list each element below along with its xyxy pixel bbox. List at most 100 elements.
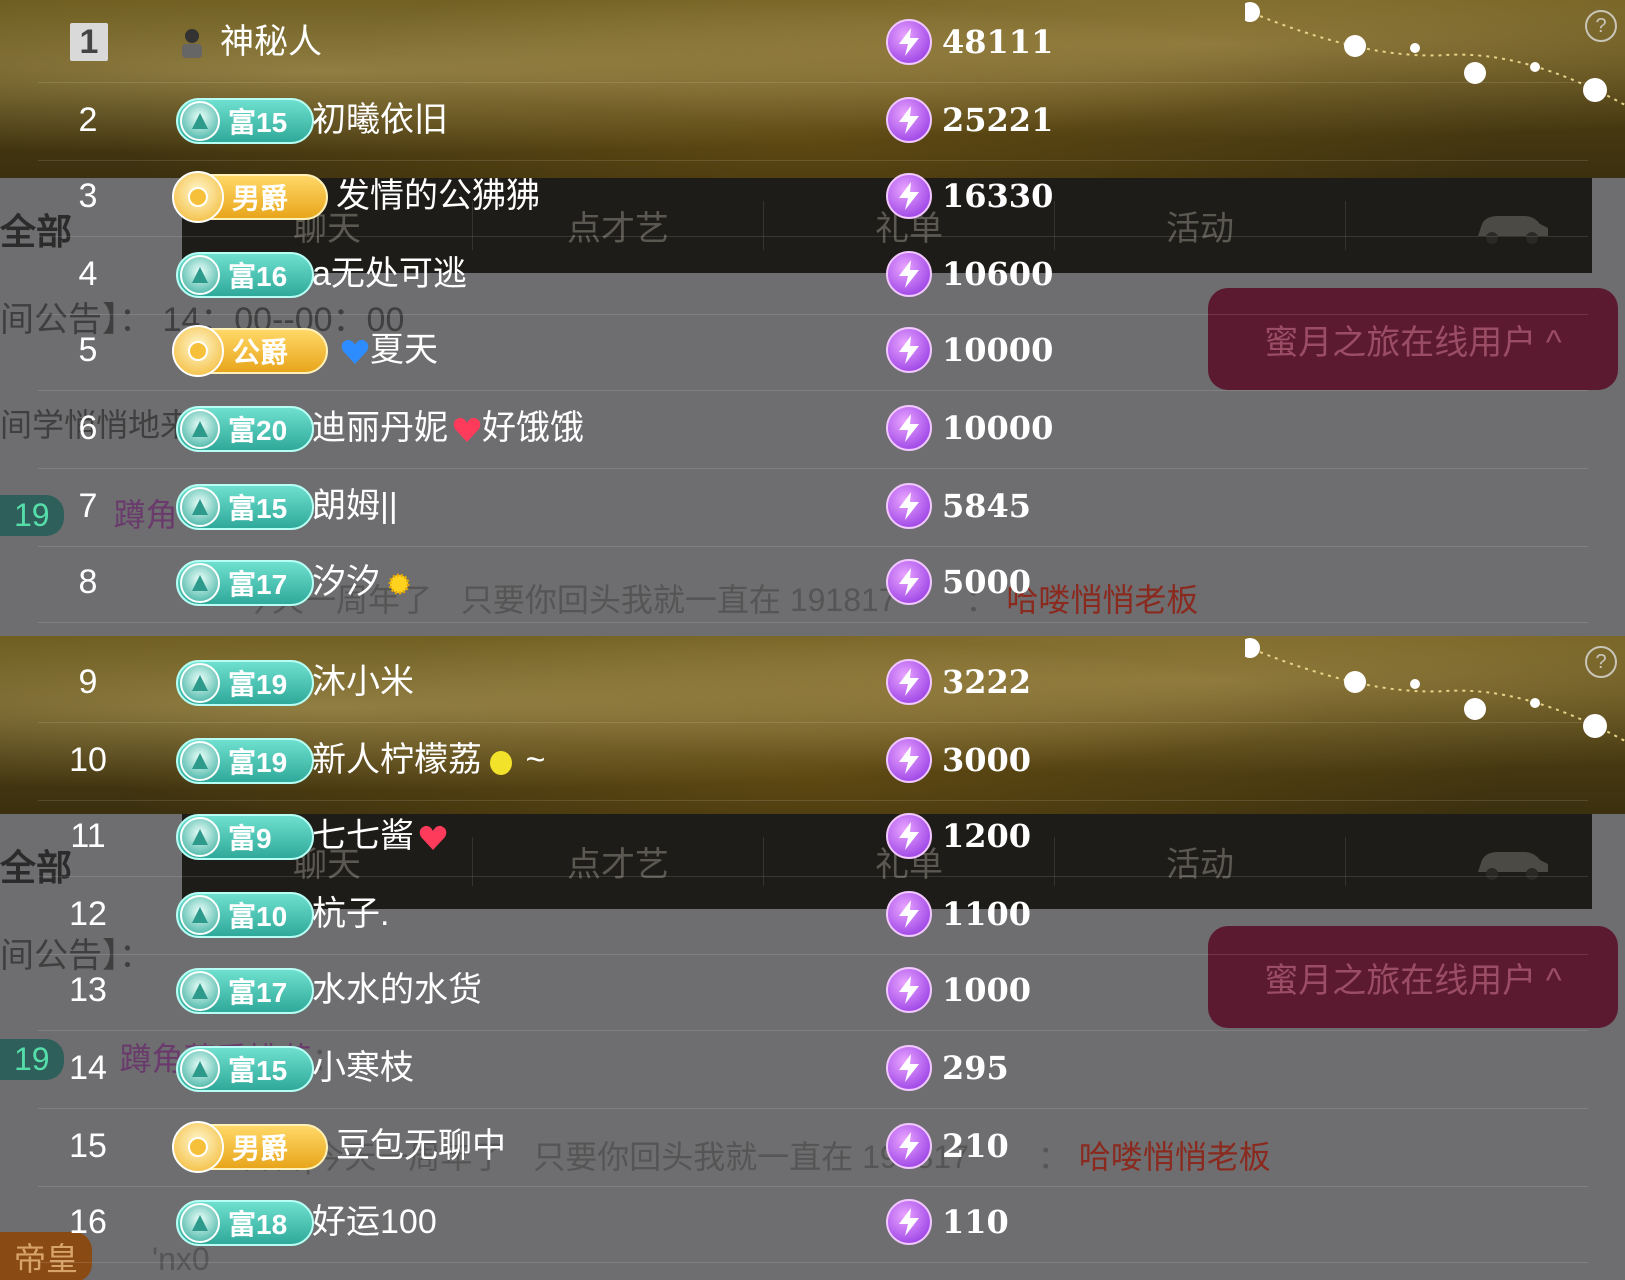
username[interactable]: a无处可逃 <box>312 234 467 314</box>
username-text: 初曦依旧 <box>312 101 448 139</box>
ranking-row[interactable]: 10 富19 新人柠檬荔 ~3000 <box>38 720 1588 801</box>
username-text: 好运100 <box>312 1203 437 1241</box>
username[interactable]: 沐小米 <box>312 642 414 722</box>
username[interactable]: 小寒枝 <box>312 1028 414 1108</box>
wealth-level-badge: 富9 <box>176 814 314 860</box>
ranking-row[interactable]: 2 富15 初曦依旧 25221 <box>38 80 1588 161</box>
ranking-row[interactable]: 16 富18 好运100 110 <box>38 1182 1588 1263</box>
username[interactable]: 迪丽丹妮 好饿饿 <box>312 388 584 468</box>
rank-number: 13 <box>69 971 107 1009</box>
wealth-gem-icon <box>180 971 220 1011</box>
wealth-level-badge: 富17 <box>176 968 314 1014</box>
contribution-score: 1100 <box>942 895 1032 933</box>
badge-label: 富20 <box>228 415 288 446</box>
rank-number: 7 <box>78 487 98 525</box>
wealth-gem-icon <box>180 563 220 603</box>
username-text: a无处可逃 <box>312 255 467 293</box>
crown-gem-icon <box>172 171 224 223</box>
noble-title-badge: 男爵 <box>172 171 328 223</box>
lightning-bolt-icon <box>886 737 932 783</box>
ranking-row[interactable]: 15 男爵 豆包无聊中 210 <box>38 1106 1588 1187</box>
ranking-row[interactable]: 14 富15 小寒枝 295 <box>38 1028 1588 1109</box>
wealth-level-badge: 富15 <box>176 98 314 144</box>
badge-label: 富15 <box>228 1055 288 1086</box>
username[interactable]: 汐汐 <box>312 542 414 622</box>
lightning-bolt-icon <box>886 483 932 529</box>
lightning-bolt-icon <box>886 1045 932 1091</box>
ranking-row[interactable]: 1 神秘人 48111 <box>38 2 1588 83</box>
contribution-score: 16330 <box>942 177 1054 215</box>
wealth-level-badge: 富19 <box>176 660 314 706</box>
username-suffix: ~ <box>516 741 546 779</box>
wealth-gem-icon <box>180 741 220 781</box>
badge-label: 富19 <box>228 747 288 778</box>
username[interactable]: 七七酱 <box>312 796 448 876</box>
lightning-bolt-icon <box>886 19 932 65</box>
help-icon[interactable]: ? <box>1585 646 1617 678</box>
username-text: 好饿饿 <box>482 409 584 447</box>
username[interactable]: 初曦依旧 <box>312 80 448 160</box>
rank-number: 1 <box>70 23 108 61</box>
wealth-gem-icon <box>180 817 220 857</box>
username-text: 发情的公狒狒 <box>336 177 540 215</box>
rank-number: 5 <box>78 331 98 369</box>
lightning-bolt-icon <box>886 1123 932 1169</box>
lightning-bolt-icon <box>886 173 932 219</box>
username[interactable]: 豆包无聊中 <box>336 1106 506 1186</box>
lightning-bolt-icon <box>886 251 932 297</box>
username-text: 夏天 <box>370 331 438 369</box>
ranking-row[interactable]: 6 富20 迪丽丹妮 好饿饿 10000 <box>38 388 1588 469</box>
lightning-bolt-icon <box>886 891 932 937</box>
contribution-score: 5000 <box>942 563 1032 601</box>
wealth-level-badge: 富15 <box>176 1046 314 1092</box>
rank-number: 16 <box>69 1203 107 1241</box>
badge-label: 富17 <box>228 569 288 600</box>
crown-gem-icon <box>172 1121 224 1173</box>
rank-number: 2 <box>78 101 98 139</box>
lightning-bolt-icon <box>886 97 932 143</box>
ranking-row[interactable]: 11 富9 七七酱 1200 <box>38 796 1588 877</box>
username[interactable]: 夏天 <box>336 310 438 390</box>
wealth-gem-icon <box>180 663 220 703</box>
wealth-gem-icon <box>180 895 220 935</box>
contribution-score: 48111 <box>942 23 1054 61</box>
ranking-row[interactable]: 9 富19 沐小米 3222 <box>38 642 1588 723</box>
noble-title-badge: 男爵 <box>172 1121 328 1173</box>
rank-number: 15 <box>69 1127 107 1165</box>
badge-label: 富17 <box>228 977 288 1008</box>
username-text: 神秘人 <box>220 23 322 61</box>
username[interactable]: 发情的公狒狒 <box>336 156 540 236</box>
wealth-level-badge: 富18 <box>176 1200 314 1246</box>
username-text: 新人柠檬荔 <box>312 741 482 779</box>
wealth-gem-icon <box>180 101 220 141</box>
help-icon[interactable]: ? <box>1585 10 1617 42</box>
username-text: 朗姆|| <box>312 487 398 525</box>
username[interactable]: 朗姆|| <box>312 466 398 546</box>
wealth-level-badge: 富15 <box>176 484 314 530</box>
rank-number: 4 <box>78 255 98 293</box>
username[interactable]: 水水的水货 <box>312 950 482 1030</box>
ranking-row[interactable]: 4 富16 a无处可逃 10600 <box>38 234 1588 315</box>
lightning-bolt-icon <box>886 327 932 373</box>
wealth-level-badge: 富16 <box>176 252 314 298</box>
rank-number: 11 <box>70 817 106 855</box>
ranking-row[interactable]: 13 富17 水水的水货 1000 <box>38 950 1588 1031</box>
badge-label: 富15 <box>228 493 288 524</box>
rank-number: 12 <box>69 895 107 933</box>
ranking-row[interactable]: 7 富15 朗姆|| 5845 <box>38 466 1588 547</box>
badge-label: 富19 <box>228 669 288 700</box>
username[interactable]: 神秘人 <box>220 2 322 82</box>
ranking-row[interactable]: 3 男爵 发情的公狒狒 16330 <box>38 156 1588 237</box>
username-text: 小寒枝 <box>312 1049 414 1087</box>
ranking-row[interactable]: 12 富10 杭子. 1100 <box>38 874 1588 955</box>
badge-label: 男爵 <box>232 1133 289 1164</box>
username[interactable]: 杭子. <box>312 874 389 954</box>
ranking-row[interactable]: 5 公爵 夏天 10000 <box>38 310 1588 391</box>
lightning-bolt-icon <box>886 405 932 451</box>
lightning-bolt-icon <box>886 967 932 1013</box>
rank-number: 10 <box>69 741 107 779</box>
ranking-row[interactable]: 8 富17 汐汐 5000 <box>38 542 1588 623</box>
contribution-score: 110 <box>942 1203 1009 1241</box>
username[interactable]: 新人柠檬荔 ~ <box>312 720 545 800</box>
username[interactable]: 好运100 <box>312 1182 437 1262</box>
